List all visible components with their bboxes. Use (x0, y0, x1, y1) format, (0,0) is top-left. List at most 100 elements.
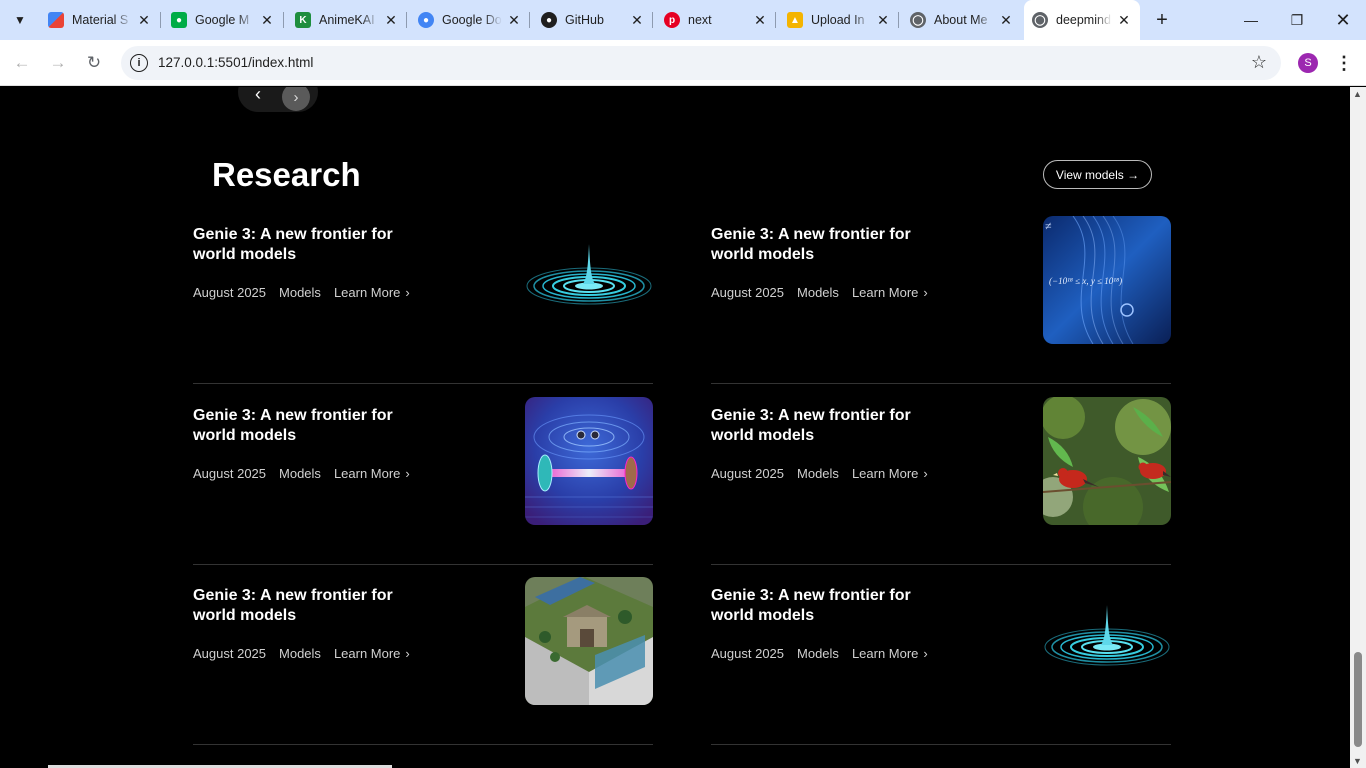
card-category: Models (279, 646, 321, 661)
close-icon[interactable]: ✕ (506, 12, 522, 28)
card-meta: August 2025 Models Learn More › (711, 646, 928, 661)
card-date: August 2025 (711, 285, 785, 300)
tab-title: AnimeKAI (319, 13, 375, 27)
tab-search-icon[interactable]: ▼ (6, 6, 34, 34)
learn-more-link[interactable]: Learn More › (334, 646, 410, 661)
learn-more-link[interactable]: Learn More › (852, 646, 928, 661)
research-card[interactable]: Genie 3: A new frontier for world models… (711, 577, 1171, 766)
chevron-right-icon: › (405, 646, 410, 661)
tab-title: About Me (934, 13, 988, 27)
card-category: Models (797, 285, 839, 300)
scroll-down-icon[interactable]: ▼ (1353, 756, 1362, 766)
learn-more-link[interactable]: Learn More › (334, 285, 410, 300)
close-window-button[interactable]: ✕ (1320, 0, 1366, 40)
address-bar[interactable]: i 127.0.0.1:5501/index.html ☆ (121, 46, 1281, 80)
card-meta: August 2025 Models Learn More › (711, 285, 928, 300)
animekai-icon: K (295, 12, 311, 28)
research-card[interactable]: Genie 3: A new frontier for world models… (193, 577, 653, 766)
card-title[interactable]: Genie 3: A new frontier for world models (711, 586, 931, 626)
tab-title: Google Do (442, 13, 502, 27)
tab-separator (283, 12, 284, 28)
info-icon[interactable]: i (130, 54, 148, 72)
card-meta: August 2025 Models Learn More › (193, 646, 410, 661)
tab-pinterest[interactable]: p next ✕ (656, 6, 776, 34)
card-title[interactable]: Genie 3: A new frontier for world models (711, 406, 931, 446)
close-icon[interactable]: ✕ (259, 12, 275, 28)
card-title[interactable]: Genie 3: A new frontier for world models (193, 406, 413, 446)
reload-button[interactable]: ↻ (82, 51, 106, 75)
scroll-up-icon[interactable]: ▲ (1353, 89, 1362, 99)
card-date: August 2025 (193, 466, 267, 481)
tab-google-docs[interactable]: ● Google Do ✕ (410, 6, 530, 34)
back-button[interactable]: ← (10, 51, 34, 75)
restore-button[interactable]: ❐ (1274, 0, 1320, 40)
card-title[interactable]: Genie 3: A new frontier for world models (193, 225, 413, 265)
url-text[interactable]: 127.0.0.1:5501/index.html (158, 55, 313, 70)
tab-deepmind-active[interactable]: ◯ deepmind ✕ (1024, 0, 1140, 40)
learn-more-label: Learn More (333, 646, 401, 661)
scrollbar-thumb[interactable] (1354, 652, 1362, 747)
chevron-right-icon[interactable]: › (282, 87, 310, 111)
bookmark-star-icon[interactable]: ☆ (1251, 52, 1267, 73)
card-title[interactable]: Genie 3: A new frontier for world models (711, 225, 931, 265)
vertical-scrollbar[interactable]: ▲ ▼ (1350, 87, 1366, 768)
forward-button[interactable]: → (46, 51, 70, 75)
material-icon (48, 12, 64, 28)
learn-more-label: Learn More (851, 285, 919, 300)
tab-google-meet[interactable]: ● Google M ✕ (163, 6, 283, 34)
card-category: Models (279, 466, 321, 481)
menu-icon[interactable]: ⋮ (1335, 51, 1353, 75)
card-date: August 2025 (193, 285, 267, 300)
card-date: August 2025 (193, 646, 267, 661)
chevron-right-icon: › (923, 285, 928, 300)
profile-avatar[interactable]: S (1298, 53, 1318, 73)
chevron-right-icon: › (923, 466, 928, 481)
card-image-ripple (1043, 577, 1171, 705)
minimize-button[interactable]: — (1228, 0, 1274, 40)
tab-title: Google M (195, 13, 250, 27)
google-docs-icon: ● (418, 12, 434, 28)
card-title[interactable]: Genie 3: A new frontier for world models (193, 586, 413, 626)
chevron-left-icon[interactable]: ‹ (246, 87, 270, 106)
card-meta: August 2025 Models Learn More › (193, 466, 410, 481)
card-divider (193, 564, 653, 565)
card-image-formula: ≠ (−10¹⁸ ≤ x, y ≤ 10¹⁸) (1043, 216, 1171, 344)
close-icon[interactable]: ✕ (383, 12, 399, 28)
close-icon[interactable]: ✕ (875, 12, 891, 28)
card-divider (711, 744, 1171, 745)
tab-about-me[interactable]: ◯ About Me ✕ (902, 6, 1022, 34)
tab-title: GitHub (565, 13, 604, 27)
card-category: Models (797, 646, 839, 661)
tab-upload[interactable]: ▲ Upload In ✕ (779, 6, 899, 34)
card-image-birds (1043, 397, 1171, 525)
close-icon[interactable]: ✕ (1116, 12, 1132, 28)
research-card[interactable]: Genie 3: A new frontier for world models… (193, 216, 653, 405)
card-category: Models (797, 466, 839, 481)
tab-github[interactable]: ● GitHub ✕ (533, 6, 653, 34)
close-icon[interactable]: ✕ (136, 12, 152, 28)
tab-separator (406, 12, 407, 28)
research-card[interactable]: Genie 3: A new frontier for world models… (711, 397, 1171, 586)
tab-animekai[interactable]: K AnimeKAI ✕ (287, 6, 407, 34)
learn-more-link[interactable]: Learn More › (852, 285, 928, 300)
new-tab-button[interactable]: + (1150, 8, 1174, 32)
research-card[interactable]: Genie 3: A new frontier for world models… (193, 397, 653, 586)
close-icon[interactable]: ✕ (629, 12, 645, 28)
upload-icon: ▲ (787, 12, 803, 28)
card-divider (193, 744, 653, 745)
close-icon[interactable]: ✕ (752, 12, 768, 28)
pinterest-icon: p (664, 12, 680, 28)
learn-more-link[interactable]: Learn More › (334, 466, 410, 481)
close-icon[interactable]: ✕ (998, 12, 1014, 28)
learn-more-label: Learn More (851, 646, 919, 661)
view-models-button[interactable]: View models → (1043, 160, 1152, 189)
learn-more-link[interactable]: Learn More › (852, 466, 928, 481)
card-image-garden (525, 577, 653, 705)
research-card[interactable]: Genie 3: A new frontier for world models… (711, 216, 1171, 405)
google-meet-icon: ● (171, 12, 187, 28)
learn-more-label: Learn More (333, 466, 401, 481)
tab-material[interactable]: Material S ✕ (40, 6, 160, 34)
tab-separator (775, 12, 776, 28)
tab-separator (160, 12, 161, 28)
tab-title: deepmind (1056, 13, 1111, 27)
